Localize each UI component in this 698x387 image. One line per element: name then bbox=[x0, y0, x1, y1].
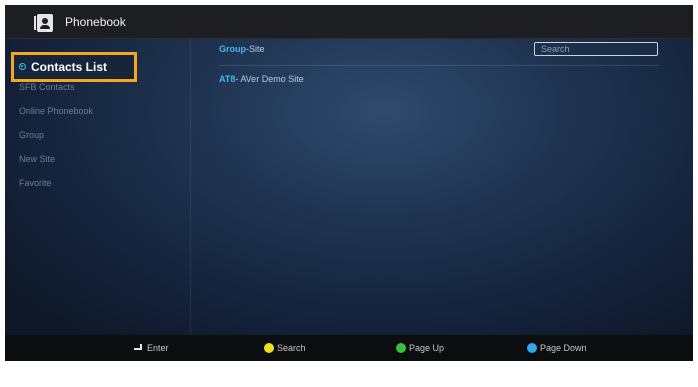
search-placeholder: Search bbox=[541, 44, 570, 54]
footer-hint-bar: Enter Search Page Up Page Down bbox=[5, 335, 693, 361]
breadcrumb: Group-Site bbox=[219, 44, 265, 54]
entry-name: - AVer Demo Site bbox=[235, 74, 304, 84]
sidebar-item-sfb-contacts[interactable]: SFB Contacts bbox=[19, 82, 75, 92]
sidebar-item-favorite[interactable]: Favorite bbox=[19, 178, 52, 188]
hint-search: Search bbox=[277, 343, 306, 353]
blue-key-icon bbox=[527, 343, 537, 353]
hint-page-up: Page Up bbox=[409, 343, 445, 353]
selected-indicator-icon bbox=[19, 63, 26, 70]
list-item[interactable]: AT8- AVer Demo Site bbox=[219, 74, 304, 84]
entry-code: AT8 bbox=[219, 74, 236, 84]
title-bar: Phonebook bbox=[5, 5, 693, 39]
sidebar-item-contacts-list[interactable]: Contacts List bbox=[11, 52, 137, 82]
hint-enter: Enter bbox=[147, 343, 169, 353]
hint-page-down: Page Down bbox=[540, 343, 587, 353]
enter-icon bbox=[133, 344, 142, 351]
sidebar: SFB Contacts Online Phonebook Group New … bbox=[5, 39, 191, 355]
breadcrumb-site: -Site bbox=[246, 44, 265, 54]
phonebook-window: Phonebook SFB Contacts Online Phonebook … bbox=[5, 5, 693, 361]
sidebar-item-new-site[interactable]: New Site bbox=[19, 154, 55, 164]
breadcrumb-group[interactable]: Group bbox=[219, 44, 246, 54]
sidebar-item-label: Contacts List bbox=[31, 60, 108, 74]
green-key-icon bbox=[396, 343, 406, 353]
divider bbox=[219, 65, 659, 66]
phonebook-icon bbox=[34, 14, 53, 32]
app-title: Phonebook bbox=[65, 15, 126, 29]
search-input[interactable]: Search bbox=[534, 42, 658, 56]
yellow-key-icon bbox=[264, 343, 274, 353]
sidebar-item-group[interactable]: Group bbox=[19, 130, 44, 140]
sidebar-item-online-phonebook[interactable]: Online Phonebook bbox=[19, 106, 93, 116]
